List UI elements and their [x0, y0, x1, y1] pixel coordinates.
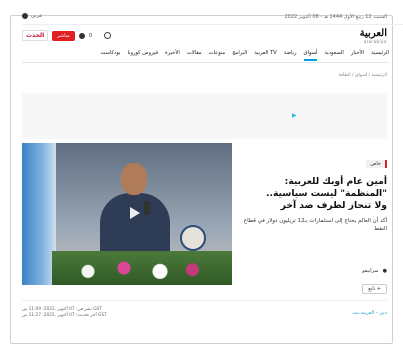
microphone	[144, 201, 150, 215]
nav-item[interactable]: الأخيرة	[165, 50, 180, 56]
nav-item[interactable]: العربية TV	[254, 50, 277, 56]
nav-item[interactable]: منوعات	[209, 50, 226, 56]
opec-logo	[180, 225, 206, 251]
top-bar: عربي السبت 12 ربيع الأول 1444 هـ - 08 أك…	[22, 13, 403, 25]
date-label: السبت 12 ربيع الأول 1444 هـ - 08 أكتوبر …	[284, 14, 387, 20]
updated-date: آخر تحديث: 07 أكتوبر ,2022: 11:27 ص GST	[22, 313, 107, 318]
nav-item[interactable]: البرامج	[232, 50, 247, 56]
exclusive-tag[interactable]: خاص	[366, 160, 387, 168]
nav-item[interactable]: مقالات	[187, 50, 202, 56]
title-line: "المنظمة" ليست سياسية..	[265, 188, 387, 199]
article-footer: نشر في: 07 أكتوبر ,2022: 11:09 ص GST آخر…	[22, 300, 387, 318]
globe-icon	[22, 13, 28, 19]
site-logo[interactable]: العربية alarabiya	[359, 28, 387, 45]
follow-button[interactable]: تابع +	[362, 284, 387, 294]
nav-item[interactable]: أسواق	[303, 50, 318, 61]
article-source[interactable]: دبي - العربية.نت	[353, 310, 387, 316]
location-pin-icon: ●	[382, 268, 387, 274]
user-icon[interactable]	[78, 32, 85, 39]
article-header: خاص أمين عام أوبك للعربية: "المنظمة" ليس…	[238, 150, 387, 233]
nav-item[interactable]: الرئيسية	[371, 50, 389, 56]
nav-item[interactable]: رياضة	[284, 50, 297, 56]
ad-marker-icon: ▶	[292, 112, 297, 119]
article-summary: أكد أن العالم يحتاج إلى استثمارات بـ12 ت…	[243, 218, 387, 232]
hadath-link[interactable]: الحدث	[22, 30, 49, 41]
location-label[interactable]: سراييفو	[362, 268, 378, 274]
location-row: ● سراييفو	[362, 268, 387, 274]
live-button[interactable]: مباشر	[52, 30, 75, 41]
flag-graphic	[22, 143, 56, 285]
ad-slot[interactable]: ▶	[22, 93, 387, 139]
nav-item[interactable]: الأخبار	[351, 50, 364, 56]
logo-english: alarabiya	[363, 39, 387, 44]
title-line: ولا تنحاز لطرف ضد آخر	[280, 200, 387, 211]
hero-video[interactable]	[22, 143, 232, 285]
article-dates: نشر في: 07 أكتوبر ,2022: 11:09 ص GST آخر…	[22, 307, 107, 319]
nav-item[interactable]: فيروس كورونا	[127, 50, 158, 56]
nav-item[interactable]: بودكاست	[101, 50, 121, 56]
language-switch[interactable]: عربي	[22, 13, 42, 19]
breadcrumb: الرئيسية / أسواق / الطاقة	[338, 73, 387, 78]
header-actions: الحدث مباشر 0	[22, 30, 111, 41]
article-title: أمين عام أوبك للعربية: "المنظمة" ليست سي…	[238, 176, 387, 212]
flower-arrangement	[52, 251, 232, 285]
notification-count: 0	[88, 32, 92, 39]
search-icon[interactable]	[104, 32, 111, 39]
title-line: أمين عام أوبك للعربية:	[284, 176, 387, 187]
speaker-head	[121, 163, 147, 195]
nav-item[interactable]: السعودية	[324, 50, 343, 56]
main-nav: الرئيسية الأخبار السعودية أسواق رياضة العربية…	[22, 50, 389, 63]
play-icon[interactable]	[130, 207, 140, 219]
logo-arabic: العربية	[359, 28, 387, 39]
